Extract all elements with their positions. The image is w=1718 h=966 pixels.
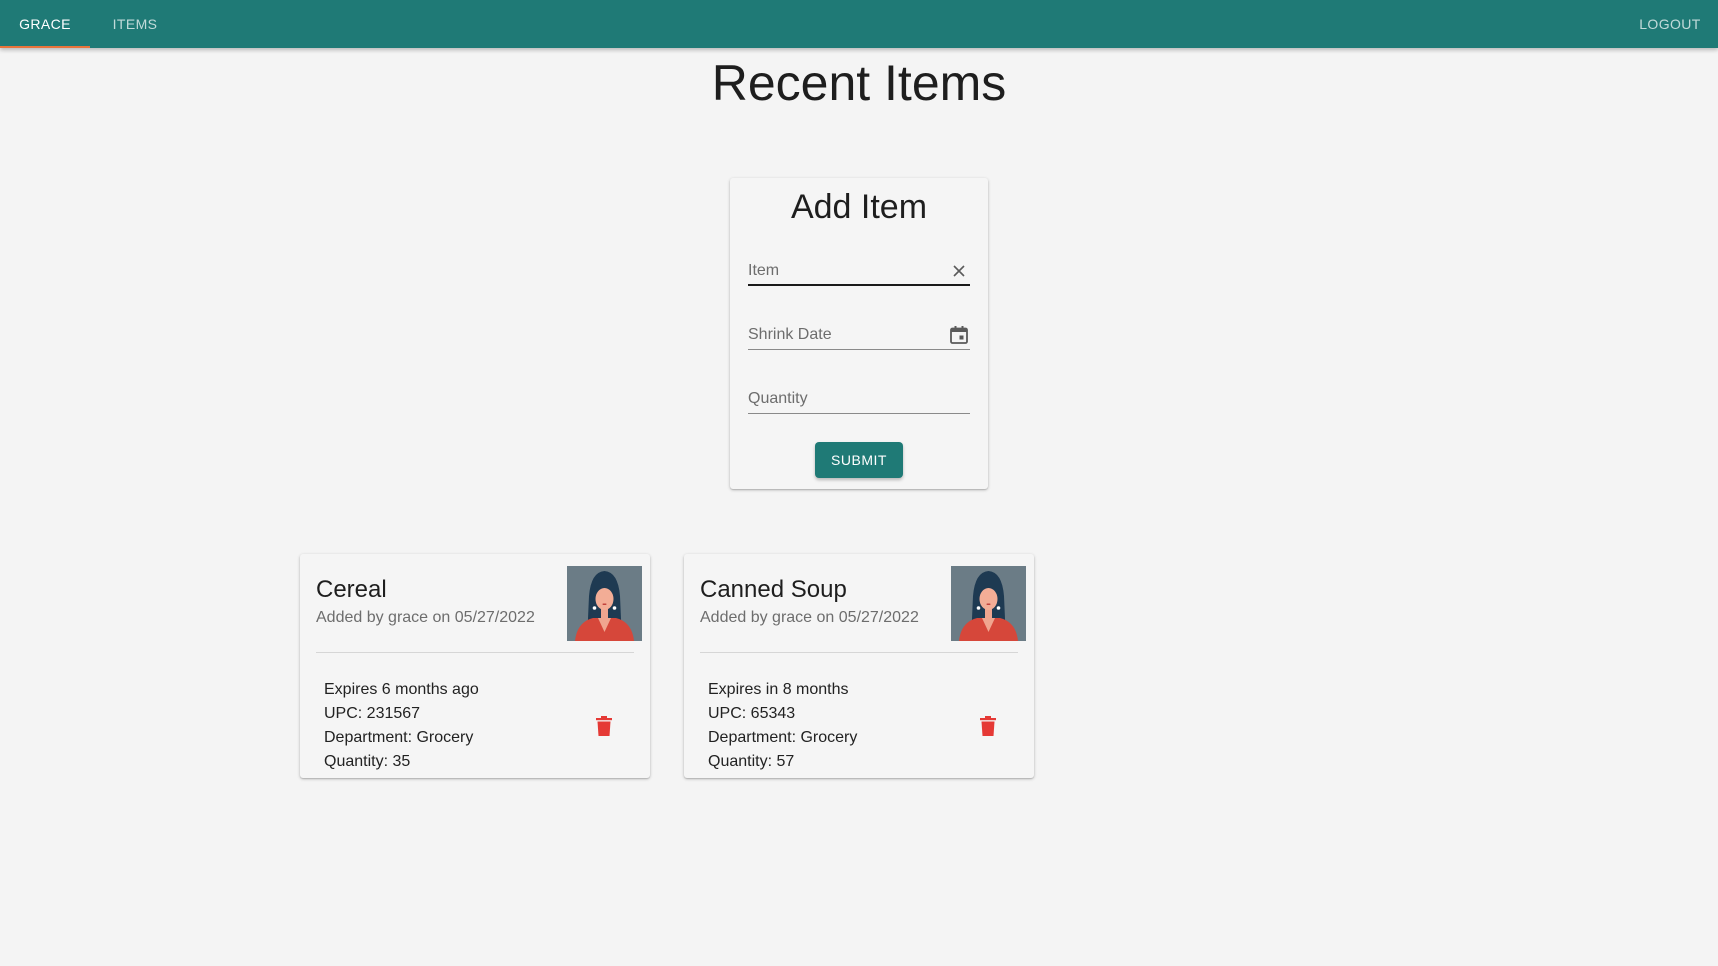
tab-grace[interactable]: GRACE — [0, 0, 90, 48]
user-avatar — [951, 566, 1026, 641]
item-details: Expires 6 months ago UPC: 231567 Departm… — [324, 678, 479, 774]
item-added-by: Added by grace on 05/27/2022 — [316, 609, 535, 626]
close-icon[interactable] — [948, 260, 970, 282]
tab-items[interactable]: ITEMS — [90, 0, 180, 48]
item-upc: UPC: 65343 — [708, 705, 796, 722]
item-expires: Expires 6 months ago — [324, 681, 479, 698]
delete-button[interactable] — [976, 714, 1000, 738]
item-upc: UPC: 231567 — [324, 705, 421, 722]
item-field-label: Item — [748, 262, 780, 279]
add-item-card: Add Item Item Shrink Date Quantity SUBMI… — [730, 178, 988, 489]
card-divider — [316, 652, 634, 653]
quantity-field[interactable]: Quantity — [748, 384, 970, 414]
add-item-title: Add Item — [790, 188, 928, 226]
item-card: Cereal Added by grace on 05/27/2022 Expi… — [300, 554, 650, 778]
tab-items-label: ITEMS — [112, 16, 158, 32]
item-field-underline — [748, 284, 970, 286]
shrink-date-underline — [748, 349, 970, 350]
item-department: Department: Grocery — [324, 729, 474, 746]
submit-button[interactable]: SUBMIT — [815, 442, 903, 478]
logout-button[interactable]: LOGOUT — [1630, 0, 1710, 48]
user-avatar — [567, 566, 642, 641]
item-name: Cereal — [316, 576, 387, 603]
item-name: Canned Soup — [700, 576, 847, 603]
active-tab-indicator — [0, 46, 90, 48]
page-title: Recent Items — [711, 55, 1007, 111]
shrink-date-label: Shrink Date — [748, 326, 832, 343]
item-expires: Expires in 8 months — [708, 681, 849, 698]
calendar-icon[interactable] — [948, 324, 970, 346]
item-card: Canned Soup Added by grace on 05/27/2022… — [684, 554, 1034, 778]
top-app-bar: GRACE ITEMS LOGOUT — [0, 0, 1718, 48]
logout-label: LOGOUT — [1639, 16, 1701, 32]
item-added-by: Added by grace on 05/27/2022 — [700, 609, 919, 626]
card-divider — [700, 652, 1018, 653]
tab-grace-label: GRACE — [19, 16, 71, 32]
trash-icon — [596, 716, 612, 736]
shrink-date-field[interactable]: Shrink Date — [748, 320, 970, 350]
quantity-field-label: Quantity — [748, 390, 808, 407]
item-details: Expires in 8 months UPC: 65343 Departmen… — [708, 678, 857, 774]
item-quantity: Quantity: 35 — [324, 753, 411, 770]
trash-icon — [980, 716, 996, 736]
item-department: Department: Grocery — [708, 729, 858, 746]
item-field[interactable]: Item — [748, 256, 970, 286]
quantity-field-underline — [748, 413, 970, 414]
item-quantity: Quantity: 57 — [708, 753, 795, 770]
delete-button[interactable] — [592, 714, 616, 738]
